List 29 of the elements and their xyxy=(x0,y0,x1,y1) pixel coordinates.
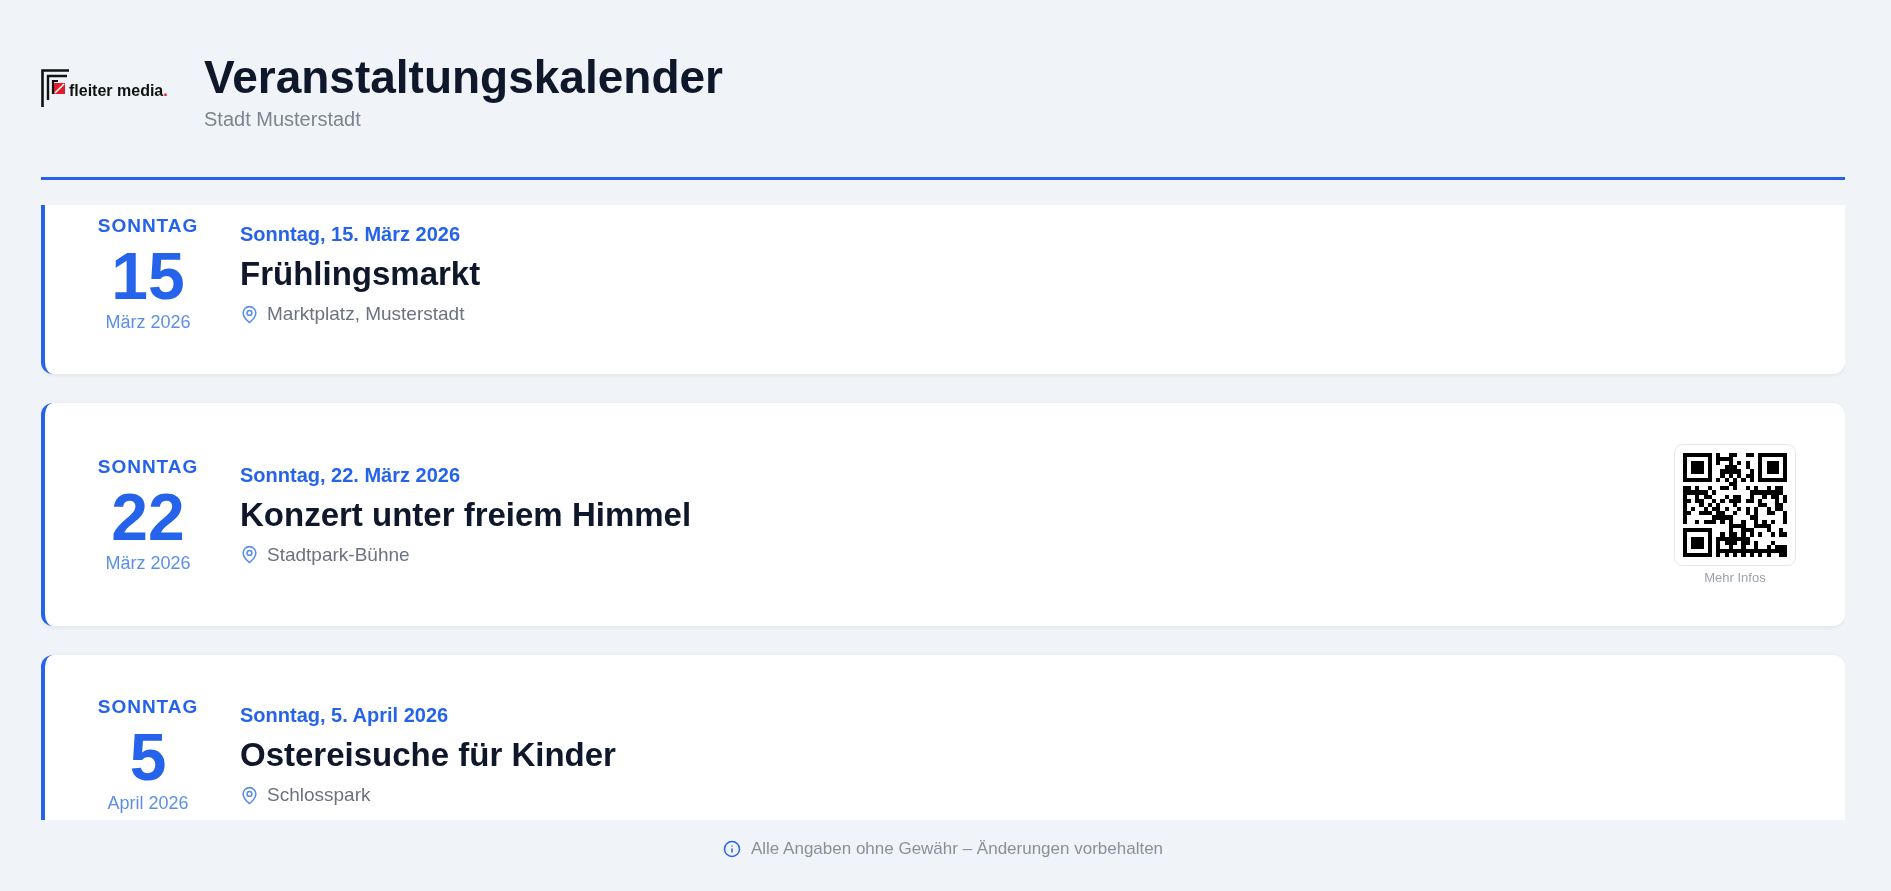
footer-note: Alle Angaben ohne Gewähr – Änderungen vorbehalten xyxy=(750,838,1164,860)
map-pin-icon xyxy=(240,304,259,324)
map-pin-icon xyxy=(240,545,259,564)
page-subtitle: Stadt Musterstadt xyxy=(204,107,362,131)
weekday-label: SONNTAG xyxy=(97,696,199,718)
logo-wordmark: fleiter media. xyxy=(69,82,168,100)
month-year-label: März 2026 xyxy=(105,551,191,574)
event-date: Sonntag, 15. März 2026 xyxy=(240,222,461,246)
info-icon xyxy=(722,840,741,858)
event-title: Konzert unter freiem Himmel xyxy=(240,494,692,535)
qr-code-icon xyxy=(1674,444,1796,566)
month-year-label: März 2026 xyxy=(105,311,191,333)
event-title: Ostereisuche für Kinder xyxy=(240,735,616,775)
weekday-label: SONNTAG xyxy=(97,455,199,478)
day-number: 5 xyxy=(129,724,167,790)
page-title: Veranstaltungskalender xyxy=(204,52,723,103)
event-date: Sonntag, 22. März 2026 xyxy=(240,462,461,487)
logo-icon xyxy=(41,69,69,107)
day-number: 22 xyxy=(111,483,185,550)
day-number: 15 xyxy=(111,243,185,309)
qr-caption: Mehr Infos xyxy=(1704,570,1766,585)
map-pin-icon xyxy=(240,785,259,805)
month-year-label: April 2026 xyxy=(107,792,189,814)
event-location: Marktplatz, Musterstadt xyxy=(267,302,465,326)
event-title: Frühlingsmarkt xyxy=(240,254,481,294)
event-location: Schlosspark xyxy=(267,783,371,807)
weekday-label: SONNTAG xyxy=(97,215,199,237)
event-location: Stadtpark-Bühne xyxy=(267,542,410,567)
event-date: Sonntag, 5. April 2026 xyxy=(240,703,449,727)
